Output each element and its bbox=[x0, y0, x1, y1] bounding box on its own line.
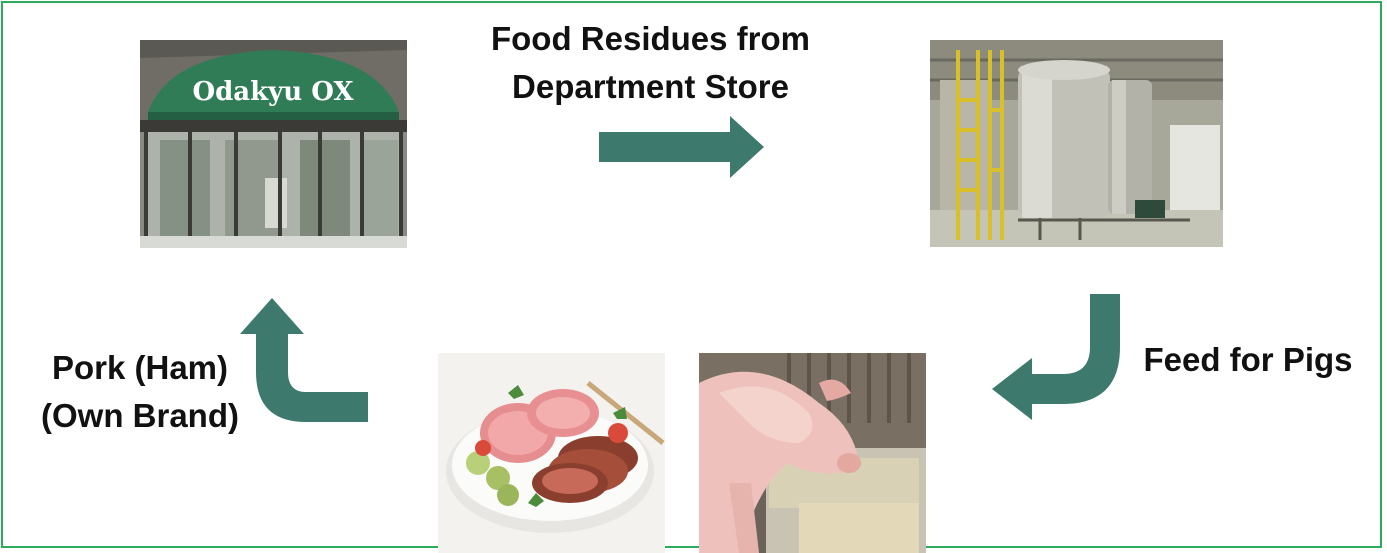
arrow-curved-up-icon bbox=[240, 298, 368, 422]
arrow-curved-down-left-icon bbox=[992, 294, 1120, 420]
label-food-residues: Food Residues from Department Store bbox=[468, 15, 833, 111]
label-food-residues-line1: Food Residues from bbox=[490, 20, 811, 57]
arrow-right-icon bbox=[599, 116, 764, 178]
ham-photo bbox=[438, 353, 665, 553]
label-food-residues-line2: Department Store bbox=[512, 68, 789, 105]
pig-photo bbox=[699, 353, 926, 553]
store-sign-text: Odakyu OX bbox=[192, 77, 354, 107]
label-feed-for-pigs: Feed for Pigs bbox=[1143, 341, 1353, 378]
plant-photo bbox=[930, 40, 1223, 247]
label-pork-line2: (Own Brand) bbox=[41, 397, 239, 434]
store-photo: Odakyu OX bbox=[140, 40, 407, 248]
label-pork: Pork (Ham) (Own Brand) bbox=[18, 344, 262, 440]
label-pork-line1: Pork (Ham) bbox=[51, 349, 229, 386]
